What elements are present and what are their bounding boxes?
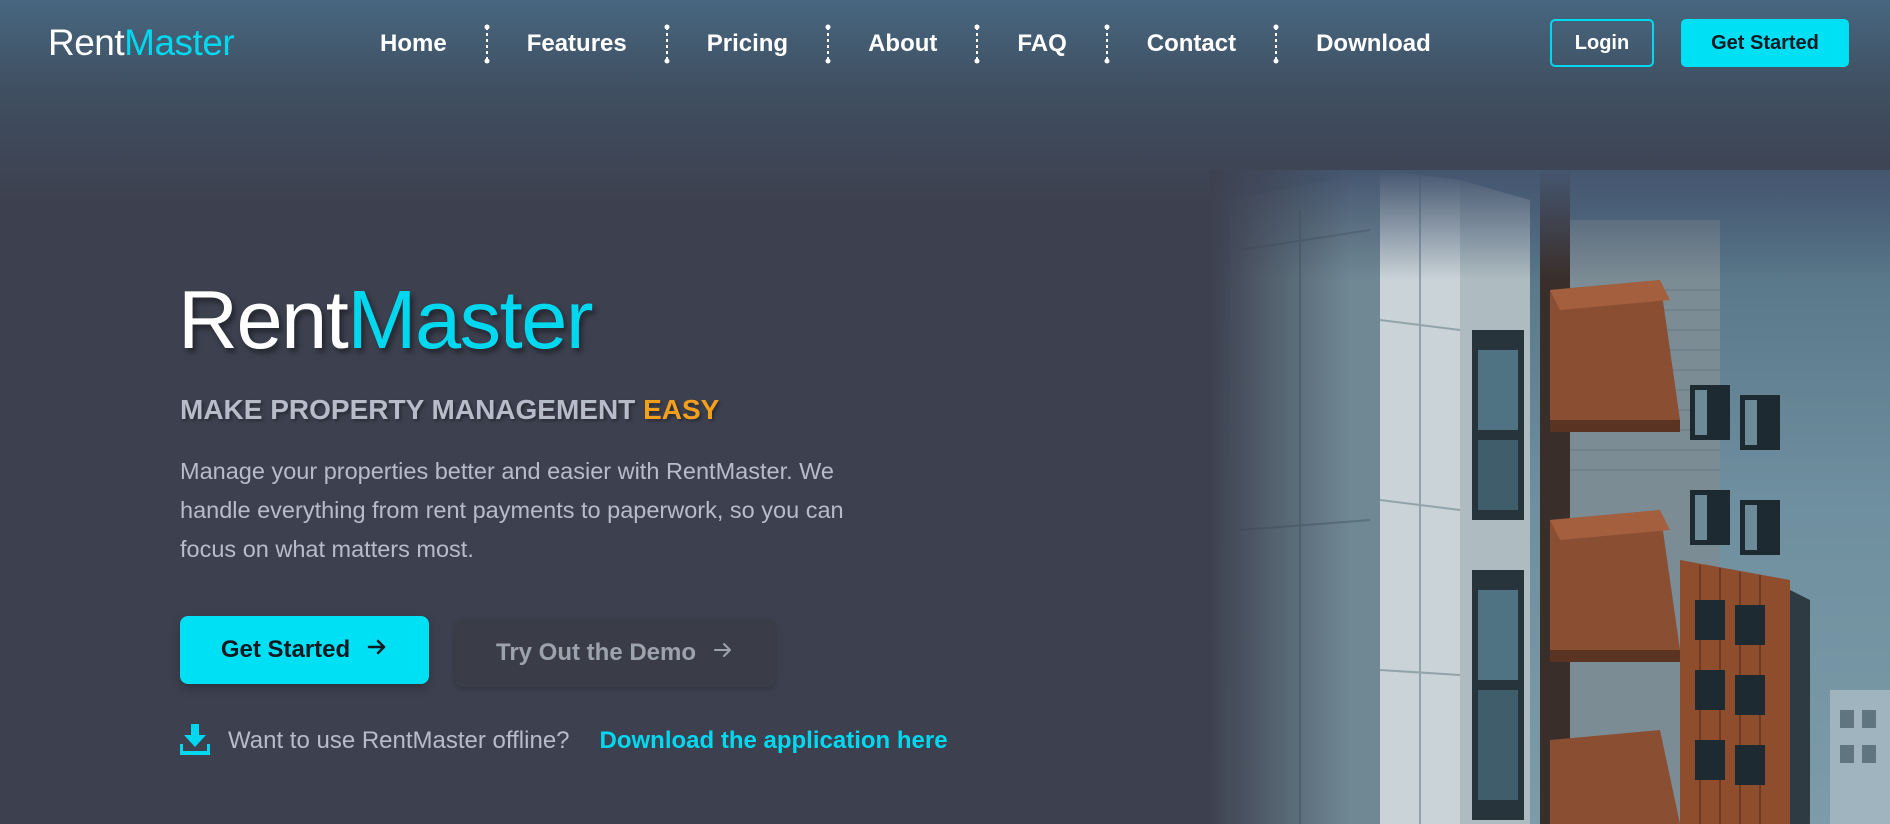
nav-link-home[interactable]: Home	[380, 30, 447, 58]
offline-download-row: Want to use RentMaster offline? Download…	[179, 722, 948, 760]
nav-get-started-button[interactable]: Get Started	[1681, 19, 1849, 67]
hero-title: RentMaster	[178, 272, 593, 368]
navbar: RentMaster Home Features Pricing About F…	[0, 0, 1890, 86]
nav-link-pricing[interactable]: Pricing	[707, 30, 788, 58]
nav-separator-icon	[657, 24, 677, 64]
hero-description: Manage your properties better and easier…	[180, 458, 844, 562]
hero-building-image	[1210, 170, 1890, 824]
logo-text-master: Master	[124, 22, 235, 63]
hero-title-master: Master	[347, 273, 593, 366]
hero-title-rent: Rent	[178, 273, 349, 366]
download-icon	[179, 723, 211, 760]
nav-links: Home Features Pricing About FAQ Contact …	[380, 24, 1431, 64]
login-button[interactable]: Login	[1550, 19, 1654, 67]
nav-separator-icon	[967, 24, 987, 64]
hero-subtitle-highlight: EASY	[643, 394, 720, 425]
hero-subtitle: MAKE PROPERTY MANAGEMENT EASY	[180, 394, 719, 426]
nav-separator-icon	[1266, 24, 1286, 64]
offline-prompt-text: Want to use RentMaster offline?	[228, 727, 570, 754]
nav-separator-icon	[818, 24, 838, 64]
building-left-fade	[1210, 170, 1350, 824]
nav-link-about[interactable]: About	[868, 30, 937, 58]
arrow-right-icon	[712, 639, 734, 668]
nav-link-download[interactable]: Download	[1316, 30, 1431, 58]
nav-link-contact[interactable]: Contact	[1147, 30, 1236, 58]
hero-get-started-label: Get Started	[220, 636, 351, 663]
try-demo-button[interactable]: Try Out the Demo	[455, 619, 775, 687]
nav-link-features[interactable]: Features	[527, 30, 627, 58]
nav-separator-icon	[1097, 24, 1117, 64]
arrow-right-icon	[366, 636, 388, 665]
nav-link-faq[interactable]: FAQ	[1017, 30, 1066, 58]
hero-subtitle-main: MAKE PROPERTY MANAGEMENT	[180, 394, 644, 425]
nav-separator-icon	[477, 24, 497, 64]
download-app-link[interactable]: Download the application here	[600, 727, 948, 755]
brand-logo[interactable]: RentMaster	[48, 22, 235, 64]
hero-get-started-button[interactable]: Get Started	[180, 616, 429, 684]
logo-text-rent: Rent	[48, 22, 125, 63]
try-demo-label: Try Out the Demo	[495, 639, 697, 666]
